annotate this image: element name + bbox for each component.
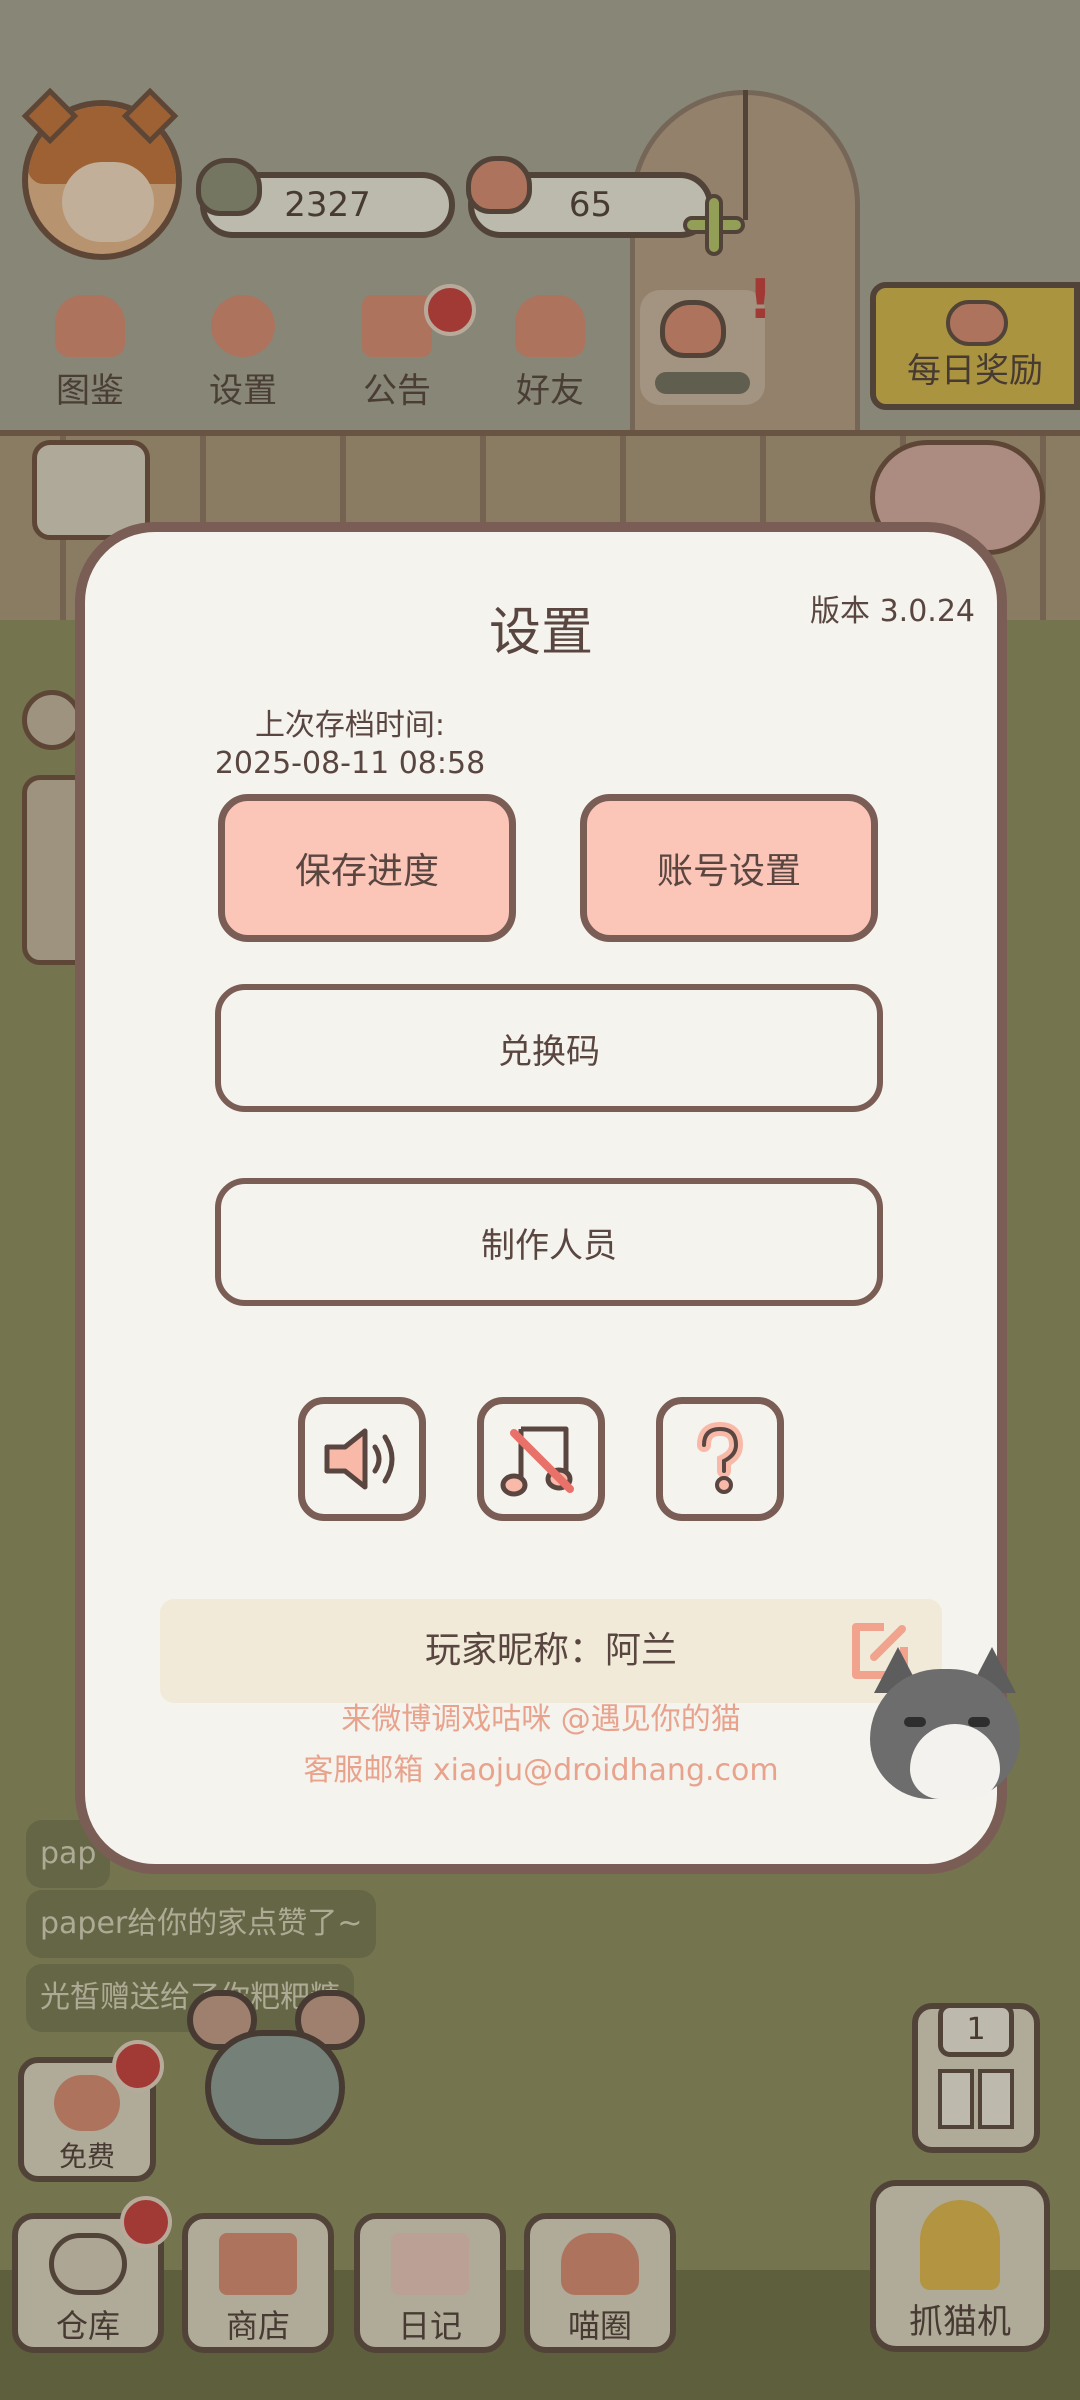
redeem-code-button[interactable]: 兑换码	[215, 984, 883, 1112]
cat-eye	[904, 1717, 926, 1727]
cat-eye	[968, 1717, 990, 1727]
last-save-label: 上次存档时间:	[254, 708, 446, 743]
credits-button[interactable]: 制作人员	[215, 1178, 883, 1306]
settings-dialog: 设置 版本 3.0.24 上次存档时间: 2025-08-11 08:58 保存…	[75, 522, 1020, 1874]
redeem-code-label: 兑换码	[498, 1031, 600, 1072]
credits-label: 制作人员	[481, 1225, 617, 1266]
help-button[interactable]	[656, 1397, 784, 1521]
account-settings-button[interactable]: 账号设置	[580, 794, 878, 942]
account-settings-label: 账号设置	[656, 851, 801, 892]
save-progress-label: 保存进度	[294, 851, 439, 892]
last-save-time: 2025-08-11 08:58	[214, 746, 486, 781]
nickname-text: 玩家昵称：阿兰	[424, 1630, 677, 1671]
music-muted-icon	[500, 1426, 574, 1497]
music-toggle-button[interactable]	[477, 1397, 605, 1521]
sound-toggle-button[interactable]	[298, 1397, 426, 1521]
save-progress-button[interactable]: 保存进度	[218, 794, 516, 942]
speaker-icon	[324, 1428, 395, 1490]
help-icon	[697, 1421, 744, 1494]
version-label: 版本 3.0.24	[810, 594, 975, 629]
nickname-bar: 玩家昵称：阿兰	[160, 1599, 942, 1703]
cat-photo	[860, 1639, 1030, 1804]
